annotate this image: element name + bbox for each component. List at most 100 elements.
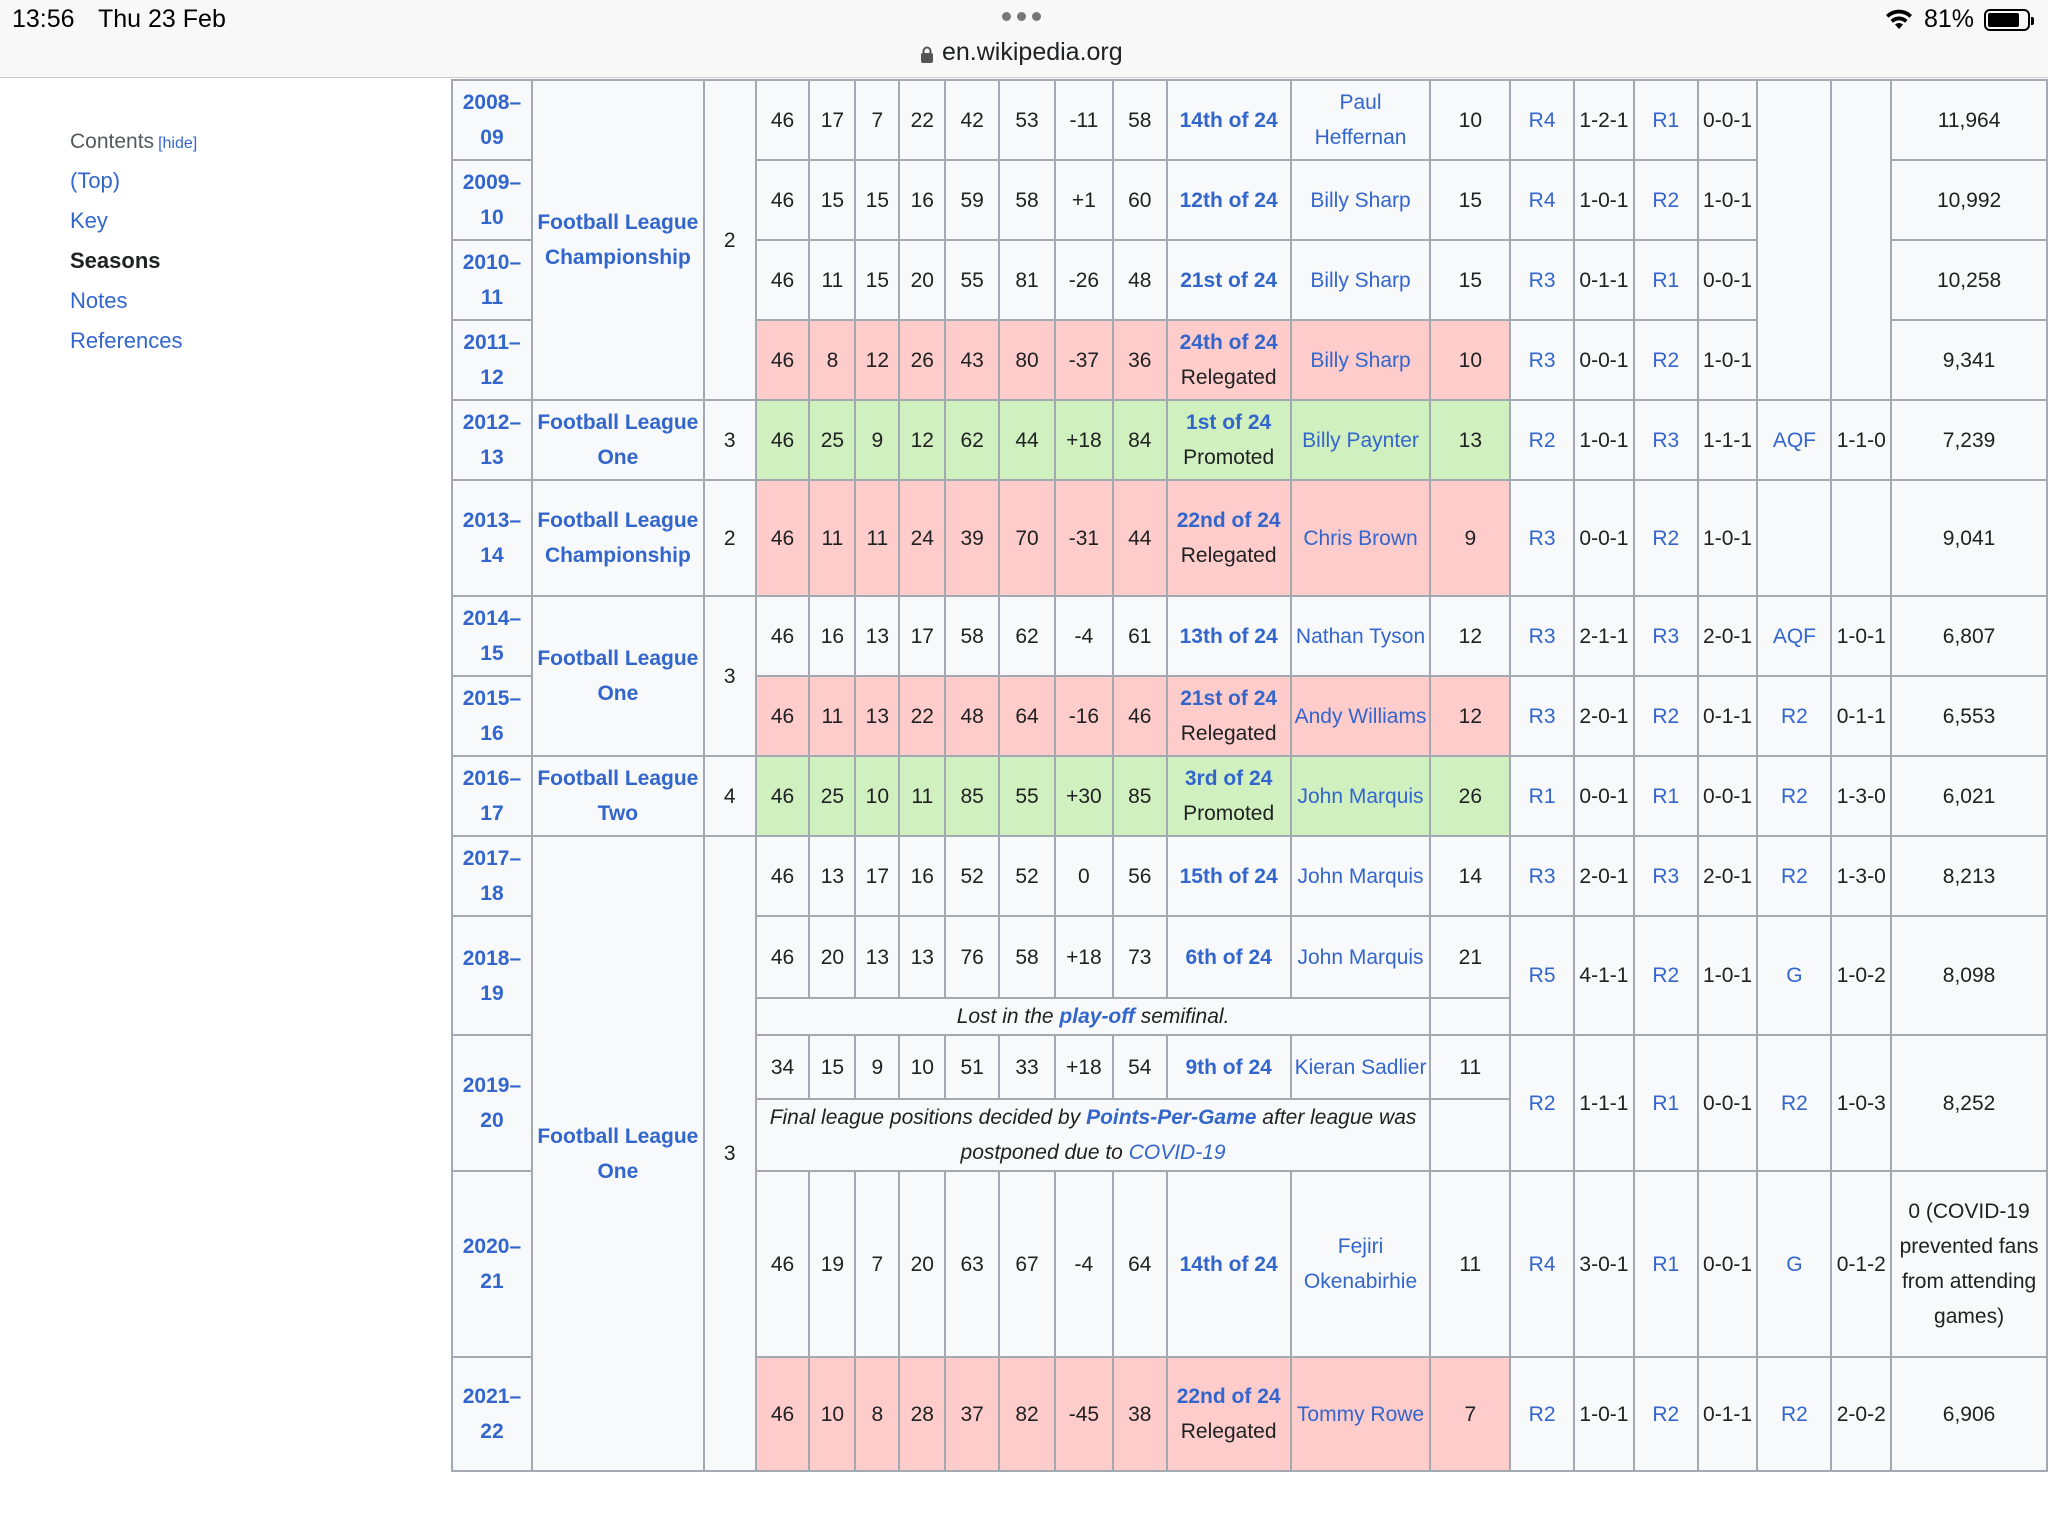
- league-link[interactable]: Football League One: [530, 595, 705, 757]
- position-link[interactable]: 3rd of 24: [1185, 767, 1273, 790]
- fa-cup-round[interactable]: R2: [1509, 1034, 1576, 1172]
- other-comp-round[interactable]: R2: [1756, 1034, 1833, 1172]
- league-cup-round[interactable]: R1: [1632, 239, 1699, 321]
- league-cup-round[interactable]: R2: [1632, 159, 1699, 241]
- top-scorer-link[interactable]: John Marquis: [1289, 915, 1432, 999]
- season-link[interactable]: 2020–21: [451, 1170, 533, 1358]
- league-link[interactable]: Football League One: [530, 835, 705, 1472]
- league-link[interactable]: Football League One: [530, 399, 705, 481]
- league-cup-round[interactable]: R3: [1632, 835, 1699, 917]
- position-link[interactable]: 9th of 24: [1185, 1056, 1271, 1079]
- position-link[interactable]: 12th of 24: [1180, 189, 1278, 212]
- position-link[interactable]: 22nd of 24: [1177, 509, 1281, 532]
- toc-item-notes[interactable]: Notes: [70, 288, 197, 314]
- season-link[interactable]: 2008–09: [451, 79, 533, 161]
- toc-hide-link[interactable]: [hide]: [158, 135, 197, 152]
- fa-cup-round[interactable]: R4: [1509, 159, 1576, 241]
- league-cup-round[interactable]: R2: [1632, 675, 1699, 757]
- season-link[interactable]: 2019–20: [451, 1034, 533, 1172]
- league-link[interactable]: Football League Championship: [530, 479, 705, 597]
- fa-cup-round[interactable]: R3: [1509, 239, 1576, 321]
- position-link[interactable]: 6th of 24: [1185, 946, 1271, 969]
- other-comp-round[interactable]: G: [1756, 915, 1833, 1036]
- toc-item-references[interactable]: References: [70, 328, 197, 354]
- other-comp-round[interactable]: R2: [1756, 835, 1833, 917]
- other-comp-round[interactable]: R2: [1756, 755, 1833, 837]
- note-link[interactable]: Points-Per-Game: [1086, 1106, 1256, 1129]
- top-scorer-link[interactable]: John Marquis: [1289, 835, 1432, 917]
- position-link[interactable]: 22nd of 24: [1177, 1385, 1281, 1408]
- toc-item-key[interactable]: Key: [70, 208, 197, 234]
- fa-cup-round[interactable]: R1: [1509, 755, 1576, 837]
- top-scorer-link[interactable]: Fejiri Okenabirhie: [1289, 1170, 1432, 1358]
- position-link[interactable]: 13th of 24: [1180, 625, 1278, 648]
- season-link[interactable]: 2018–19: [451, 915, 533, 1036]
- other-comp-round[interactable]: R2: [1756, 675, 1833, 757]
- league-cup-round[interactable]: R2: [1632, 479, 1699, 597]
- top-scorer-link[interactable]: John Marquis: [1289, 755, 1432, 837]
- league-link[interactable]: Football League Two: [530, 755, 705, 837]
- position-link[interactable]: 21st of 24: [1180, 269, 1277, 292]
- league-cup-round[interactable]: R2: [1632, 319, 1699, 401]
- position-link[interactable]: 14th of 24: [1180, 1253, 1278, 1276]
- fa-cup-round[interactable]: R3: [1509, 319, 1576, 401]
- season-link[interactable]: 2014–15: [451, 595, 533, 677]
- toc-item-seasons[interactable]: Seasons: [70, 248, 197, 274]
- fa-cup-round[interactable]: R3: [1509, 835, 1576, 917]
- season-link[interactable]: 2012–13: [451, 399, 533, 481]
- top-scorer-link[interactable]: Andy Williams: [1289, 675, 1432, 757]
- stat-d: 9: [854, 399, 901, 481]
- season-link[interactable]: 2016–17: [451, 755, 533, 837]
- fa-cup-round[interactable]: R3: [1509, 595, 1576, 677]
- fa-cup-round[interactable]: R2: [1509, 399, 1576, 481]
- position-link[interactable]: 15th of 24: [1180, 865, 1278, 888]
- top-scorer-link[interactable]: Nathan Tyson: [1289, 595, 1432, 677]
- toc-item-top[interactable]: (Top): [70, 168, 197, 194]
- position-link[interactable]: 14th of 24: [1180, 109, 1278, 132]
- top-scorer-link[interactable]: Tommy Rowe: [1289, 1356, 1432, 1472]
- note-link[interactable]: play-off: [1059, 1005, 1134, 1028]
- season-link[interactable]: 2010–11: [451, 239, 533, 321]
- note-link[interactable]: COVID-19: [1129, 1141, 1226, 1164]
- league-cup-round[interactable]: R2: [1632, 915, 1699, 1036]
- league-link[interactable]: Football League Championship: [530, 79, 705, 401]
- league-cup-round[interactable]: R1: [1632, 1170, 1699, 1358]
- fa-cup-round[interactable]: R4: [1509, 79, 1576, 161]
- season-link[interactable]: 2009–10: [451, 159, 533, 241]
- league-cup-round[interactable]: R3: [1632, 399, 1699, 481]
- address-bar[interactable]: en.wikipedia.org: [920, 38, 1123, 67]
- multitask-dots-icon[interactable]: [1002, 12, 1041, 21]
- season-link[interactable]: 2011–12: [451, 319, 533, 401]
- position-link[interactable]: 1st of 24: [1186, 411, 1271, 434]
- position-link[interactable]: 21st of 24: [1180, 687, 1277, 710]
- top-scorer-link[interactable]: Billy Sharp: [1289, 159, 1432, 241]
- fa-cup-round[interactable]: R4: [1509, 1170, 1576, 1358]
- league-cup-round[interactable]: R2: [1632, 1356, 1699, 1472]
- other-comp-round[interactable]: AQF: [1756, 399, 1833, 481]
- fa-cup-round[interactable]: R3: [1509, 675, 1576, 757]
- top-scorer-link[interactable]: Billy Paynter: [1289, 399, 1432, 481]
- other-comp-round[interactable]: R2: [1756, 1356, 1833, 1472]
- fa-cup-round[interactable]: R2: [1509, 1356, 1576, 1472]
- season-link[interactable]: 2015–16: [451, 675, 533, 757]
- league-cup-round[interactable]: R3: [1632, 595, 1699, 677]
- battery-percent: 81%: [1923, 5, 1974, 33]
- other-comp-round[interactable]: AQF: [1756, 595, 1833, 677]
- top-scorer-link[interactable]: Kieran Sadlier: [1289, 1034, 1432, 1100]
- season-link[interactable]: 2013–14: [451, 479, 533, 597]
- top-scorer-link[interactable]: Billy Sharp: [1289, 239, 1432, 321]
- position-link[interactable]: 24th of 24: [1180, 331, 1278, 354]
- top-scorer-link[interactable]: Chris Brown: [1289, 479, 1432, 597]
- league-cup-round[interactable]: R1: [1632, 79, 1699, 161]
- season-link[interactable]: 2021–22: [451, 1356, 533, 1472]
- top-scorer-link[interactable]: Paul Heffernan: [1289, 79, 1432, 161]
- stat-p: 46: [754, 915, 811, 999]
- stat-l: 24: [898, 479, 947, 597]
- fa-cup-round[interactable]: R3: [1509, 479, 1576, 597]
- season-link[interactable]: 2017–18: [451, 835, 533, 917]
- other-comp-round[interactable]: G: [1756, 1170, 1833, 1358]
- fa-cup-round[interactable]: R5: [1509, 915, 1576, 1036]
- league-cup-round[interactable]: R1: [1632, 755, 1699, 837]
- top-scorer-link[interactable]: Billy Sharp: [1289, 319, 1432, 401]
- league-cup-round[interactable]: R1: [1632, 1034, 1699, 1172]
